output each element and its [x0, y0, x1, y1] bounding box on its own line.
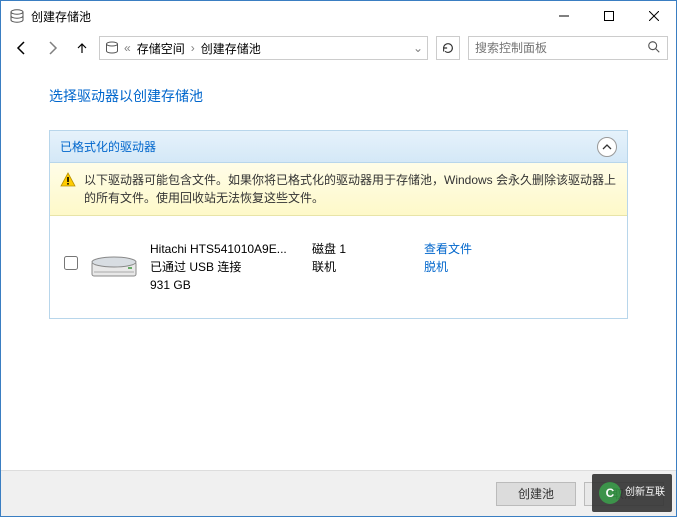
warning-icon [60, 172, 76, 188]
breadcrumb-sep: « [124, 41, 131, 55]
watermark-logo: C [599, 482, 621, 504]
drive-connection: 已通过 USB 连接 [150, 258, 300, 276]
up-button[interactable] [69, 35, 95, 61]
warning-text: 以下驱动器可能包含文件。如果你将已格式化的驱动器用于存储池，Windows 会永… [84, 171, 617, 207]
drive-name: Hitachi HTS541010A9E... [150, 240, 300, 258]
drive-row: Hitachi HTS541010A9E... 已通过 USB 连接 931 G… [50, 216, 627, 318]
forward-button[interactable] [39, 35, 65, 61]
drive-info-col: Hitachi HTS541010A9E... 已通过 USB 连接 931 G… [150, 240, 300, 294]
breadcrumb-item[interactable]: 存储空间 [135, 40, 187, 57]
disk-status: 联机 [312, 258, 412, 276]
page-title: 选择驱动器以创建存储池 [49, 86, 628, 106]
breadcrumb-item[interactable]: 创建存储池 [199, 40, 263, 57]
drive-actions-col: 查看文件 脱机 [424, 240, 472, 276]
drive-checkbox[interactable] [64, 256, 78, 270]
panel-title: 已格式化的驱动器 [60, 138, 156, 155]
search-box[interactable] [468, 36, 668, 60]
create-pool-button[interactable]: 创建池 [496, 482, 576, 506]
footer-bar: 创建池 取消 [1, 470, 676, 516]
search-icon [647, 40, 661, 57]
breadcrumb[interactable]: « 存储空间 › 创建存储池 ⌄ [99, 36, 428, 60]
drive-status-col: 磁盘 1 联机 [312, 240, 412, 276]
navigation-bar: « 存储空间 › 创建存储池 ⌄ [1, 31, 676, 65]
warning-banner: 以下驱动器可能包含文件。如果你将已格式化的驱动器用于存储池，Windows 会永… [50, 163, 627, 216]
back-button[interactable] [9, 35, 35, 61]
offline-link[interactable]: 脱机 [424, 258, 472, 276]
drive-size: 931 GB [150, 276, 300, 294]
disk-label: 磁盘 1 [312, 240, 412, 258]
refresh-button[interactable] [436, 36, 460, 60]
panel-header[interactable]: 已格式化的驱动器 [50, 131, 627, 163]
window-buttons [541, 1, 676, 31]
view-files-link[interactable]: 查看文件 [424, 240, 472, 258]
watermark-text: 创新互联 [625, 488, 665, 498]
watermark: C 创新互联 [592, 474, 672, 512]
minimize-button[interactable] [541, 1, 586, 31]
search-input[interactable] [475, 41, 635, 55]
storage-icon [104, 40, 120, 56]
storage-icon [9, 8, 25, 24]
title-bar: 创建存储池 [1, 1, 676, 31]
close-button[interactable] [631, 1, 676, 31]
chevron-right-icon: › [191, 41, 195, 55]
chevron-down-icon[interactable]: ⌄ [413, 41, 423, 55]
collapse-button[interactable] [597, 137, 617, 157]
formatted-drives-panel: 已格式化的驱动器 以下驱动器可能包含文件。如果你将已格式化的驱动器用于存储池，W… [49, 130, 628, 319]
content-area: 选择驱动器以创建存储池 已格式化的驱动器 以下驱动器可能包含文件。如果你将已格式… [1, 66, 676, 470]
hard-drive-icon [90, 248, 138, 280]
window-title: 创建存储池 [31, 8, 541, 25]
maximize-button[interactable] [586, 1, 631, 31]
